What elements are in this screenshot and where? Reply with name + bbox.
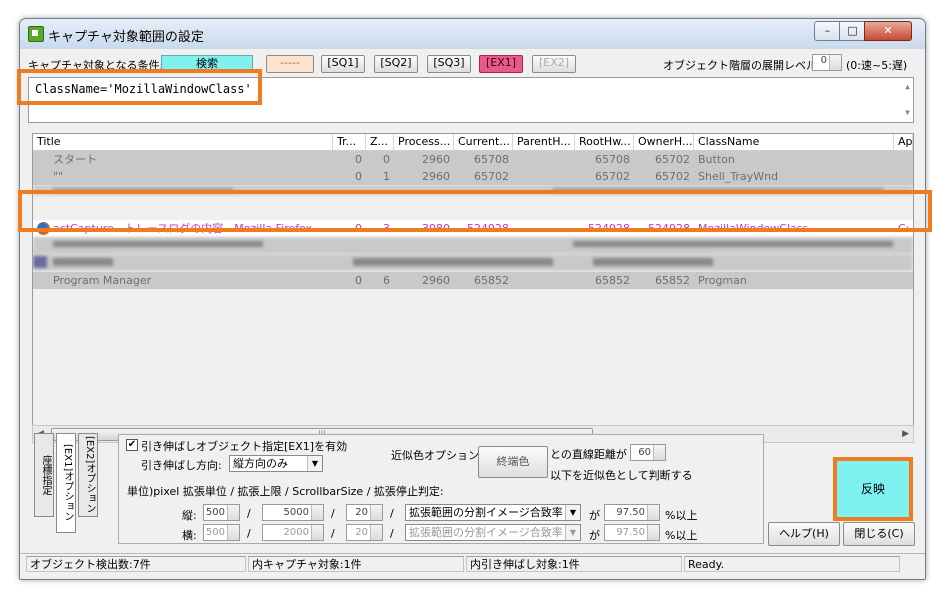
stretch-enable-label: 引き伸ばしオブジェクト指定[EX1]を有効 xyxy=(141,440,348,453)
distance-label: との直線距離が xyxy=(550,448,627,461)
search-button[interactable]: 検索 xyxy=(161,55,253,73)
sq3-button[interactable]: [SQ3] xyxy=(427,55,471,73)
settings-window: キャプチャ対象範囲の設定 – □ ✕ キャプチャ対象となる条件: 検索 ----… xyxy=(19,18,926,580)
distance-suffix: 以下を近似色として判断する xyxy=(550,469,693,482)
window-title: キャプチャ対象範囲の設定 xyxy=(48,30,204,45)
app-icon xyxy=(28,26,44,42)
expand-level-hint: (0:速~5:遅) xyxy=(846,59,908,72)
close-button[interactable]: 閉じる(C) xyxy=(843,522,915,546)
maximize-button[interactable]: □ xyxy=(839,21,866,41)
distance-spinner[interactable]: 60 xyxy=(630,444,666,461)
scroll-right-icon[interactable]: ▶ xyxy=(902,429,909,439)
minimize-button[interactable]: – xyxy=(814,21,841,41)
sq2-button[interactable]: [SQ2] xyxy=(374,55,418,73)
v-limit-spinner[interactable]: 5000 xyxy=(262,504,324,521)
header-owner[interactable]: OwnerH... xyxy=(634,134,694,150)
header-ap[interactable]: Ap xyxy=(894,134,913,150)
status-capture: 内キャプチャ対象:1件 xyxy=(248,556,464,572)
v-scroll-spinner[interactable]: 20 xyxy=(346,504,383,521)
header-z[interactable]: Z... xyxy=(366,134,394,150)
header-classname[interactable]: ClassName xyxy=(694,134,894,150)
list-header: Title Tr... Z... Process... Current... P… xyxy=(33,134,913,151)
status-bar: オブジェクト検出数:7件 内キャプチャ対象:1件 内引き伸ばし対象:1件 Rea… xyxy=(20,553,925,574)
v-rate-spinner[interactable]: 97.50 xyxy=(604,504,660,521)
close-window-button[interactable]: ✕ xyxy=(864,21,912,41)
end-color-button[interactable]: 終端色 xyxy=(478,446,548,478)
vertical-label: 縦: xyxy=(182,509,197,522)
query-value: ClassName='MozillaWindowClass' xyxy=(35,82,252,96)
dash-button[interactable]: ----- xyxy=(266,55,314,73)
object-list[interactable]: Title Tr... Z... Process... Current... P… xyxy=(32,133,914,426)
stretch-enable-checkbox[interactable]: ✔ xyxy=(126,439,138,451)
ex1-options-panel: ✔ 引き伸ばしオブジェクト指定[EX1]を有効 引き伸ばし方向: 縦方向のみ 近… xyxy=(118,434,764,544)
condition-label: キャプチャ対象となる条件: xyxy=(28,59,164,72)
horizontal-label: 横: xyxy=(182,529,197,542)
v-stop-select[interactable]: 拡張範囲の分割イメージ合致率 xyxy=(405,504,581,521)
direction-label: 引き伸ばし方向: xyxy=(141,459,222,472)
sq1-button[interactable]: [SQ1] xyxy=(321,55,365,73)
table-row-selected[interactable]: actCapture - トレースログの内容 - Mozilla Firefox… xyxy=(33,220,913,237)
expand-level-label: オブジェクト階層の展開レベル: xyxy=(663,59,821,72)
blurred-row[interactable] xyxy=(33,237,913,254)
tab-ex1-options[interactable]: [EX1]オプション xyxy=(56,433,76,533)
unit-line-label: 単位)pixel 拡張単位 / 拡張上限 / ScrollbarSize / 拡… xyxy=(127,485,444,498)
status-stretch: 内引き伸ばし対象:1件 xyxy=(466,556,682,572)
ex2-button[interactable]: [EX2] xyxy=(532,55,576,73)
header-root[interactable]: RootHw... xyxy=(575,134,634,150)
h-limit-spinner[interactable]: 2000 xyxy=(262,524,324,541)
expand-level-spinner[interactable]: 0 xyxy=(812,54,842,71)
v-unit-spinner[interactable]: 500 xyxy=(203,504,240,521)
h-stop-select[interactable]: 拡張範囲の分割イメージ合致率 xyxy=(405,524,581,541)
header-title[interactable]: Title xyxy=(33,134,333,150)
table-row[interactable]: "" 0 1 2960 65702 65702 65702 Shell_Tray… xyxy=(33,168,913,185)
apply-button[interactable]: 反映 xyxy=(833,457,913,521)
blurred-row[interactable] xyxy=(33,254,913,271)
h-unit-spinner[interactable]: 500 xyxy=(203,524,240,541)
header-tr[interactable]: Tr... xyxy=(333,134,366,150)
query-textarea[interactable]: ClassName='MozillaWindowClass' ▲ ▼ xyxy=(28,77,914,123)
scroll-up-icon[interactable]: ▲ xyxy=(905,82,910,91)
help-button[interactable]: ヘルプ(H) xyxy=(768,522,840,546)
tab-coord[interactable]: 座標指定 xyxy=(34,433,54,517)
ex1-button[interactable]: [EX1] xyxy=(479,55,523,73)
direction-select[interactable]: 縦方向のみ xyxy=(229,455,323,472)
status-detected: オブジェクト検出数:7件 xyxy=(26,556,246,572)
tab-ex2-options[interactable]: [EX2]オプション xyxy=(78,433,98,517)
header-parent[interactable]: ParentH... xyxy=(513,134,575,150)
header-process[interactable]: Process... xyxy=(394,134,454,150)
table-row[interactable]: Program Manager 0 6 2960 65852 65852 658… xyxy=(33,272,913,289)
title-bar[interactable]: キャプチャ対象範囲の設定 – □ ✕ xyxy=(20,19,925,49)
h-scroll-spinner[interactable]: 20 xyxy=(346,524,383,541)
table-row[interactable]: スタート 0 0 2960 65708 65708 65702 Button xyxy=(33,151,913,168)
blurred-row[interactable] xyxy=(33,185,913,195)
h-rate-spinner[interactable]: 97.50 xyxy=(604,524,660,541)
header-current[interactable]: Current... xyxy=(454,134,513,150)
status-ready: Ready. xyxy=(684,556,900,572)
scroll-down-icon[interactable]: ▼ xyxy=(905,108,910,117)
similar-color-label: 近似色オプション: xyxy=(391,449,483,462)
